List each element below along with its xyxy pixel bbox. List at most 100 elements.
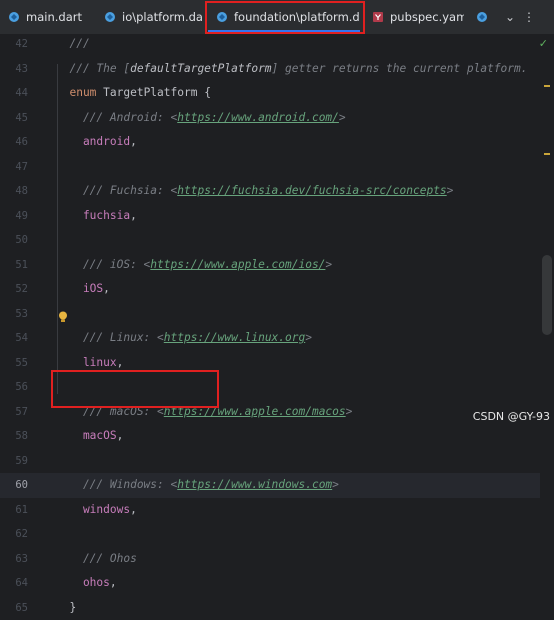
- code-text: linux,: [56, 351, 123, 376]
- code-line[interactable]: 46 android,: [0, 130, 540, 155]
- chevron-down-icon[interactable]: ⌄: [500, 0, 520, 34]
- code-text: /// iOS: <https://www.apple.com/ios/>: [56, 253, 332, 278]
- code-text: /// Android: <https://www.android.com/>: [56, 106, 346, 131]
- vertical-scrollbar[interactable]: [542, 255, 552, 335]
- code-token: iOS: [56, 282, 103, 295]
- code-token: ,: [117, 356, 124, 369]
- check-icon[interactable]: ✓: [539, 37, 548, 50]
- line-number: 59: [0, 449, 28, 474]
- code-line[interactable]: 55 linux,: [0, 351, 540, 376]
- code-line[interactable]: 61 windows,: [0, 498, 540, 523]
- line-number: 44: [0, 81, 28, 106]
- code-token: ,: [117, 429, 124, 442]
- dart-file-icon: [476, 11, 488, 23]
- code-text: iOS,: [56, 277, 110, 302]
- code-text: android,: [56, 130, 137, 155]
- line-number: 43: [0, 57, 28, 82]
- line-number: 49: [0, 204, 28, 229]
- lightbulb-icon[interactable]: [58, 308, 68, 320]
- code-token: ,: [130, 209, 137, 222]
- line-number: 54: [0, 326, 28, 351]
- code-line[interactable]: 57 /// macOS: <https://www.apple.com/mac…: [0, 400, 540, 425]
- code-text: ohos,: [56, 571, 117, 596]
- code-text: }: [56, 596, 76, 620]
- code-token: /// Windows: <: [56, 478, 177, 491]
- tab-foundation-platform-dart[interactable]: foundation\platform.dart ×: [208, 0, 360, 34]
- code-line[interactable]: 48 /// Fuchsia: <https://fuchsia.dev/fuc…: [0, 179, 540, 204]
- code-line[interactable]: 44 enum TargetPlatform {: [0, 81, 540, 106]
- code-line[interactable]: 56: [0, 375, 540, 400]
- code-line[interactable]: 51 /// iOS: <https://www.apple.com/ios/>: [0, 253, 540, 278]
- code-text: macOS,: [56, 424, 123, 449]
- code-token: >: [332, 478, 339, 491]
- code-token: ohos: [56, 576, 110, 589]
- code-token: ,: [103, 282, 110, 295]
- tab-main-dart[interactable]: main.dart: [0, 0, 92, 34]
- code-token: >: [339, 111, 346, 124]
- line-number: 53: [0, 302, 28, 327]
- code-line[interactable]: 64 ohos,: [0, 571, 540, 596]
- line-number: 48: [0, 179, 28, 204]
- line-number: 65: [0, 596, 28, 620]
- code-text: ///: [56, 32, 90, 57]
- editor-tab-bar: main.dart io\platform.dart foundation\pl…: [0, 0, 554, 35]
- line-number: 58: [0, 424, 28, 449]
- code-line[interactable]: 65 }: [0, 596, 540, 620]
- code-line[interactable]: 42 ///: [0, 32, 540, 57]
- code-line[interactable]: 62: [0, 522, 540, 547]
- code-token: /// Fuchsia: <: [56, 184, 177, 197]
- code-line[interactable]: 52 iOS,: [0, 277, 540, 302]
- code-token[interactable]: https://www.apple.com/ios/: [150, 258, 325, 271]
- scroll-marker: [544, 153, 550, 155]
- line-number: 55: [0, 351, 28, 376]
- line-number: 45: [0, 106, 28, 131]
- yaml-file-icon: [372, 11, 384, 23]
- code-text: enum TargetPlatform {: [56, 81, 211, 106]
- code-token: /// macOS: <: [56, 405, 164, 418]
- line-number: 57: [0, 400, 28, 425]
- code-token: /// Linux: <: [56, 331, 164, 344]
- code-text: /// Fuchsia: <https://fuchsia.dev/fuchsi…: [56, 179, 453, 204]
- code-token: ,: [130, 135, 137, 148]
- tab-io-platform-dart[interactable]: io\platform.dart: [96, 0, 202, 34]
- code-token[interactable]: https://fuchsia.dev/fuchsia-src/concepts: [177, 184, 446, 197]
- code-token: macOS: [56, 429, 117, 442]
- line-number: 52: [0, 277, 28, 302]
- code-text: windows,: [56, 498, 137, 523]
- code-line[interactable]: 54 /// Linux: <https://www.linux.org>: [0, 326, 540, 351]
- line-number: 47: [0, 155, 28, 180]
- code-line[interactable]: 58 macOS,: [0, 424, 540, 449]
- code-line[interactable]: 59: [0, 449, 540, 474]
- code-token: >: [346, 405, 353, 418]
- tab-pubspec-yaml[interactable]: pubspec.yaml: [364, 0, 464, 34]
- code-text: fuchsia,: [56, 204, 137, 229]
- line-number: 46: [0, 130, 28, 155]
- code-line[interactable]: 49 fuchsia,: [0, 204, 540, 229]
- code-line[interactable]: 45 /// Android: <https://www.android.com…: [0, 106, 540, 131]
- line-number: 61: [0, 498, 28, 523]
- tab-label: main.dart: [26, 10, 82, 24]
- code-token: }: [56, 601, 76, 614]
- tab-truncated[interactable]: [468, 0, 494, 34]
- line-number: 51: [0, 253, 28, 278]
- code-line[interactable]: 50: [0, 228, 540, 253]
- code-line[interactable]: 47: [0, 155, 540, 180]
- code-text: /// Linux: <https://www.linux.org>: [56, 326, 312, 351]
- code-token[interactable]: https://www.android.com/: [177, 111, 339, 124]
- code-line[interactable]: 53: [0, 302, 540, 327]
- more-vertical-icon[interactable]: ⋮: [520, 0, 538, 34]
- code-token[interactable]: https://www.linux.org: [164, 331, 305, 344]
- code-token: linux: [56, 356, 117, 369]
- code-line[interactable]: 63 /// Ohos: [0, 547, 540, 572]
- code-token[interactable]: https://www.apple.com/macos: [164, 405, 346, 418]
- code-line[interactable]: 60 /// Windows: <https://www.windows.com…: [0, 473, 540, 498]
- code-token: /// Android: <: [56, 111, 177, 124]
- line-number: 63: [0, 547, 28, 572]
- code-token[interactable]: https://www.windows.com: [177, 478, 332, 491]
- watermark: CSDN @GY-93: [473, 410, 550, 423]
- line-number: 42: [0, 32, 28, 57]
- code-line[interactable]: 43 /// The [defaultTargetPlatform] gette…: [0, 57, 540, 82]
- code-token: fuchsia: [56, 209, 130, 222]
- code-token: ,: [110, 576, 117, 589]
- code-editor[interactable]: 42 ///43 /// The [defaultTargetPlatform]…: [0, 35, 554, 429]
